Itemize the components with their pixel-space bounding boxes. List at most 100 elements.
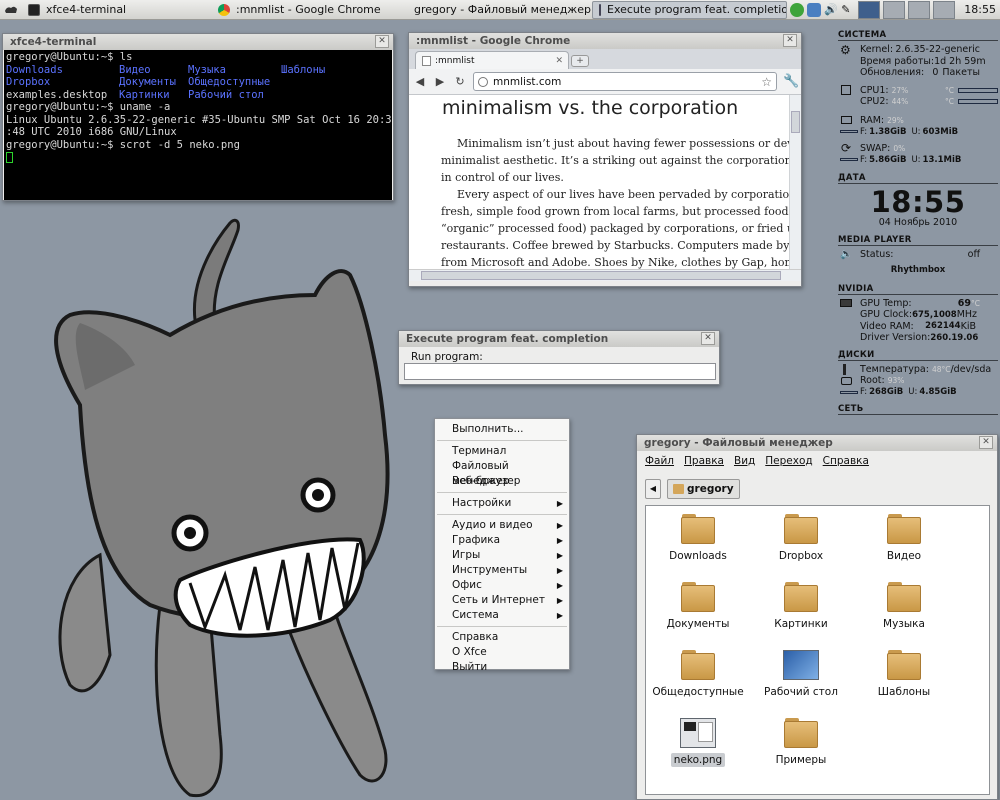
task-label: :mnmlist - Google Chrome bbox=[236, 3, 381, 16]
new-tab-button[interactable]: + bbox=[571, 55, 589, 67]
menu-item[interactable]: Система ▶ bbox=[435, 608, 569, 623]
file-item[interactable]: neko.png bbox=[648, 718, 748, 767]
file-item[interactable]: Примеры bbox=[751, 718, 851, 766]
file-name: Общедоступные bbox=[652, 686, 744, 698]
tab-mnmlist[interactable]: :mnmlist ✕ bbox=[415, 51, 569, 69]
menu-item[interactable]: Сеть и Интернет ▶ bbox=[435, 593, 569, 608]
horizontal-scrollbar[interactable] bbox=[409, 269, 801, 281]
section-heading: NVIDIA bbox=[838, 284, 998, 295]
menu-item[interactable]: Офис ▶ bbox=[435, 578, 569, 593]
menu-item-label: Инструменты bbox=[452, 564, 528, 576]
ram-used-label: U: bbox=[911, 126, 921, 137]
gpu-icon bbox=[840, 299, 852, 308]
file-item[interactable]: Downloads bbox=[648, 514, 748, 562]
window-titlebar[interactable]: :mnmlist - Google Chrome ✕ bbox=[409, 33, 801, 49]
menu-item[interactable]: Игры ▶ bbox=[435, 548, 569, 563]
page-content[interactable]: minimalism vs. the corporation Minimalis… bbox=[409, 95, 801, 269]
menu-item[interactable]: Выполнить... bbox=[435, 422, 569, 437]
close-icon[interactable]: ✕ bbox=[701, 332, 715, 345]
xfce-menu-icon[interactable] bbox=[0, 1, 22, 19]
terminal-line: gregory@Ubuntu:~$ scrot -d 5 neko.png bbox=[6, 138, 240, 151]
task-chrome[interactable]: :mnmlist - Google Chrome bbox=[212, 1, 402, 19]
chrome-window[interactable]: :mnmlist - Google Chrome ✕ :mnmlist ✕ + … bbox=[408, 32, 802, 287]
file-item[interactable]: Картинки bbox=[751, 582, 851, 630]
file-item[interactable]: Рабочий стол bbox=[751, 650, 851, 698]
ls-entry: Видео bbox=[119, 63, 151, 76]
back-icon[interactable]: ◀ bbox=[645, 479, 661, 499]
folder-icon bbox=[887, 514, 921, 544]
menu-separator bbox=[437, 440, 567, 441]
gpu-clock: 675,1008 bbox=[912, 309, 957, 320]
workspace-1[interactable] bbox=[858, 0, 881, 19]
close-icon[interactable]: ✕ bbox=[375, 35, 389, 48]
file-item[interactable]: Шаблоны bbox=[854, 650, 954, 698]
run-dialog[interactable]: Execute program feat. completion ✕ Run p… bbox=[398, 330, 720, 385]
menu-item[interactable]: Выйти bbox=[435, 660, 569, 675]
menu-item[interactable]: Справка bbox=[435, 630, 569, 645]
url-text: mnmlist.com bbox=[493, 75, 562, 88]
file-item[interactable]: Видео bbox=[854, 514, 954, 562]
volume-icon[interactable]: 🔊 bbox=[824, 3, 838, 17]
panel-clock[interactable]: 18:55 bbox=[958, 3, 1000, 16]
window-titlebar[interactable]: Execute program feat. completion ✕ bbox=[399, 331, 719, 347]
window-titlebar[interactable]: xfce4-terminal ✕ bbox=[3, 34, 393, 50]
menu-item[interactable]: Настройки ▶ bbox=[435, 496, 569, 511]
scroll-thumb[interactable] bbox=[421, 271, 781, 280]
menu-go[interactable]: Переход bbox=[765, 455, 812, 467]
file-item[interactable]: Документы bbox=[648, 582, 748, 630]
terminal-line: gregory@Ubuntu:~$ uname -a bbox=[6, 101, 171, 113]
task-filemanager[interactable]: gregory - Файловый менеджер bbox=[402, 1, 592, 19]
updates-label: Обновления: bbox=[860, 67, 925, 79]
close-icon[interactable]: ✕ bbox=[783, 34, 797, 47]
update-icon[interactable] bbox=[790, 2, 805, 17]
menu-item[interactable]: Аудио и видео ▶ bbox=[435, 518, 569, 533]
file-item[interactable]: Музыка bbox=[854, 582, 954, 630]
menu-file[interactable]: Файл bbox=[645, 455, 674, 467]
terminal-output[interactable]: gregory@Ubuntu:~$ ls Downloads Dropbox exam… bbox=[4, 50, 392, 200]
menu-item[interactable]: Веб-браузер bbox=[435, 474, 569, 489]
scroll-thumb[interactable] bbox=[791, 111, 800, 133]
close-icon[interactable]: ✕ bbox=[979, 436, 993, 449]
folder-icon bbox=[681, 514, 715, 544]
task-run-dialog[interactable]: Execute program feat. completion bbox=[592, 0, 787, 19]
close-icon[interactable]: ✕ bbox=[555, 56, 563, 66]
menu-item-label: Справка bbox=[452, 631, 499, 643]
workspace-2[interactable] bbox=[883, 0, 906, 19]
menu-view[interactable]: Вид bbox=[734, 455, 755, 467]
star-icon[interactable]: ☆ bbox=[761, 75, 772, 89]
run-program-input[interactable] bbox=[404, 363, 716, 380]
address-bar[interactable]: mnmlist.com ☆ bbox=[473, 72, 777, 91]
file-item[interactable]: Dropbox bbox=[751, 514, 851, 562]
workspace-3[interactable] bbox=[908, 0, 931, 19]
file-name: Картинки bbox=[774, 618, 828, 630]
menu-item[interactable]: Терминал bbox=[435, 444, 569, 459]
pen-icon[interactable]: ✎ bbox=[841, 3, 855, 17]
file-item[interactable]: Общедоступные bbox=[648, 650, 748, 698]
terminal-window[interactable]: xfce4-terminal ✕ gregory@Ubuntu:~$ ls Dow… bbox=[2, 33, 394, 201]
menu-item[interactable]: О Xfce bbox=[435, 645, 569, 660]
submenu-arrow-icon: ▶ bbox=[556, 566, 563, 575]
task-terminal[interactable]: xfce4-terminal bbox=[22, 1, 212, 19]
menu-help[interactable]: Справка bbox=[823, 455, 869, 467]
swap-icon: ⟳ bbox=[841, 141, 852, 156]
menu-item[interactable]: Инструменты ▶ bbox=[435, 563, 569, 578]
vertical-scrollbar[interactable] bbox=[789, 95, 801, 269]
article-line: from Microsoft and Adobe. Shoes by Nike,… bbox=[441, 256, 801, 269]
ls-entry: Картинки bbox=[119, 88, 170, 101]
home-folder-icon bbox=[673, 484, 684, 494]
back-icon[interactable]: ◀ bbox=[413, 75, 427, 88]
submenu-arrow-icon: ▶ bbox=[556, 611, 563, 620]
network-icon[interactable] bbox=[807, 2, 822, 17]
workspace-4[interactable] bbox=[933, 0, 956, 19]
location-crumb[interactable]: gregory bbox=[667, 479, 740, 499]
file-view[interactable]: Downloads Dropbox Видео Документы Картинки Му… bbox=[645, 505, 990, 795]
forward-icon[interactable]: ▶ bbox=[433, 75, 447, 88]
menu-edit[interactable]: Правка bbox=[684, 455, 724, 467]
location-label: gregory bbox=[687, 483, 734, 495]
wrench-icon[interactable]: 🔧 bbox=[783, 74, 799, 89]
menu-item[interactable]: Файловый менеджер bbox=[435, 459, 569, 487]
menu-item[interactable]: Графика ▶ bbox=[435, 533, 569, 548]
reload-icon[interactable]: ↻ bbox=[453, 75, 467, 88]
window-titlebar[interactable]: gregory - Файловый менеджер ✕ bbox=[637, 435, 997, 451]
file-manager-window[interactable]: gregory - Файловый менеджер ✕ Файл Правк… bbox=[636, 434, 998, 800]
